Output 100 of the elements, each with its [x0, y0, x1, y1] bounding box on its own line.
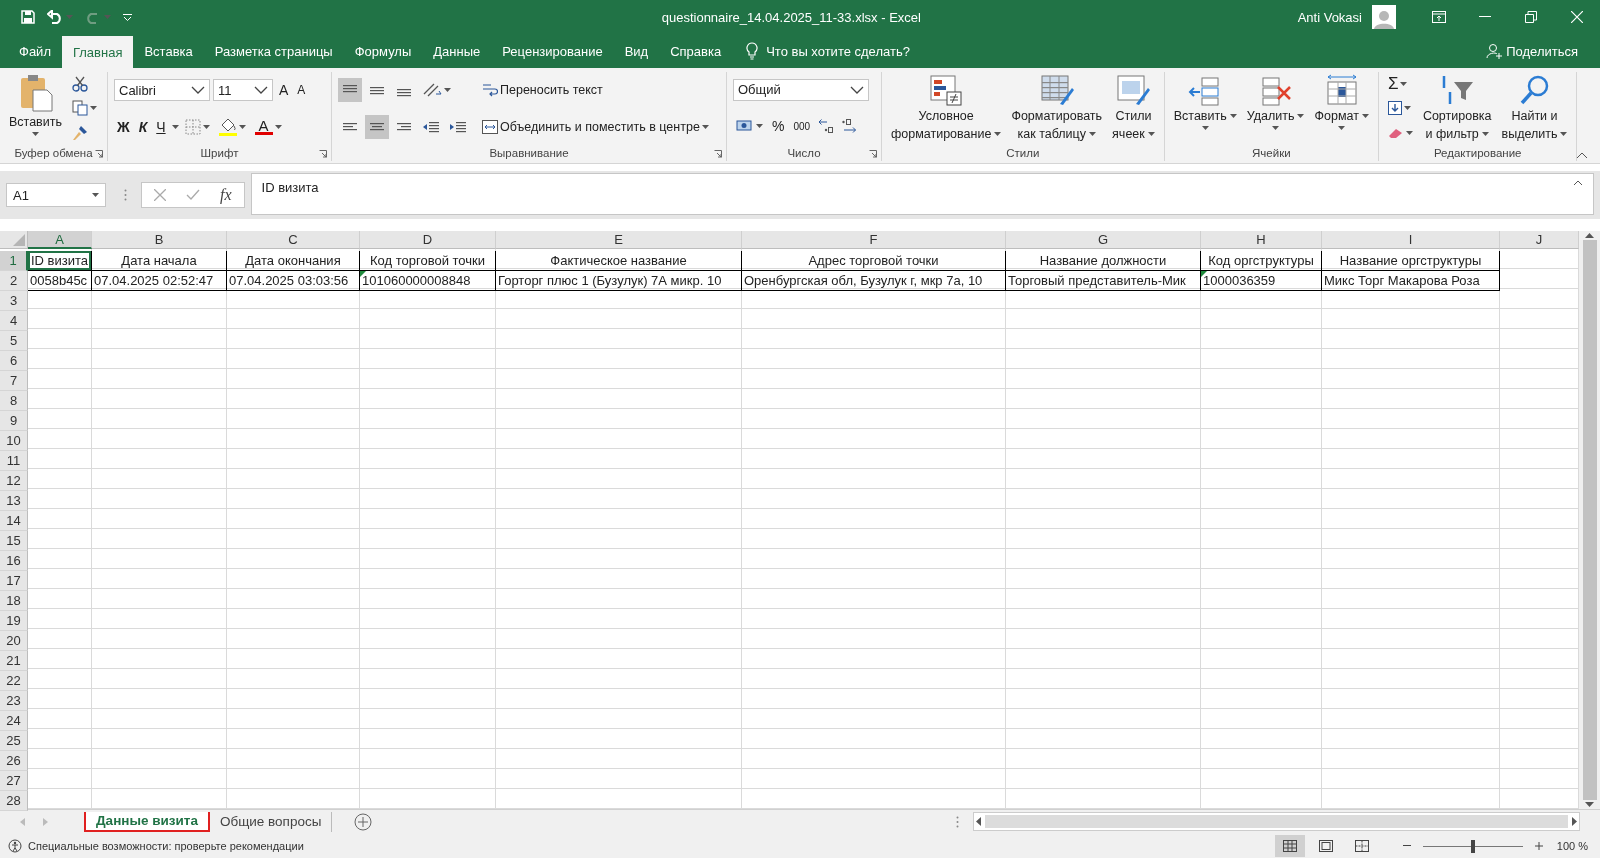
- row-header[interactable]: 16: [0, 551, 28, 571]
- sheet-tab[interactable]: Общие вопросы: [209, 811, 333, 832]
- grow-font-button[interactable]: A: [276, 78, 292, 103]
- formula-text[interactable]: ID визита: [261, 180, 319, 195]
- column-header[interactable]: D: [360, 231, 496, 249]
- normal-view-button[interactable]: [1274, 835, 1305, 857]
- font-size-dropdown[interactable]: 11: [213, 79, 273, 102]
- row-header[interactable]: 8: [0, 391, 28, 411]
- row-header[interactable]: 13: [0, 491, 28, 511]
- row-header[interactable]: 1: [0, 251, 28, 271]
- row-header[interactable]: 20: [0, 631, 28, 651]
- table-cell[interactable]: Дата окончания: [227, 251, 360, 271]
- font-name-dropdown[interactable]: Calibri: [114, 79, 210, 102]
- zoom-slider-thumb[interactable]: [1470, 839, 1475, 853]
- table-cell[interactable]: ID визита: [28, 251, 92, 271]
- sheet-tab[interactable]: Данные визита: [84, 811, 210, 832]
- ribbon-tab[interactable]: Разметка страницы: [203, 34, 344, 68]
- ribbon-button[interactable]: Вставить: [1170, 72, 1240, 145]
- table-cell[interactable]: Название оргструктуры: [1322, 251, 1500, 271]
- row-header[interactable]: 27: [0, 771, 28, 791]
- column-header[interactable]: E: [496, 231, 742, 249]
- ribbon-tab[interactable]: Формулы: [343, 34, 423, 68]
- column-header[interactable]: J: [1500, 231, 1579, 249]
- new-sheet-button[interactable]: [354, 812, 373, 831]
- row-header[interactable]: 6: [0, 351, 28, 371]
- table-cell[interactable]: Код оргструктуры: [1201, 251, 1322, 271]
- column-header[interactable]: I: [1322, 231, 1500, 249]
- column-header[interactable]: C: [227, 231, 360, 249]
- row-header[interactable]: 3: [0, 291, 28, 311]
- row-header[interactable]: 23: [0, 691, 28, 711]
- table-cell[interactable]: 101060000008848: [360, 271, 496, 291]
- name-box[interactable]: A1: [6, 183, 106, 207]
- merge-center-button[interactable]: Объединить и поместить в центре: [479, 114, 712, 139]
- shrink-font-button[interactable]: A: [294, 78, 309, 103]
- table-cell[interactable]: 07.04.2025 03:03:56: [227, 271, 360, 291]
- row-header[interactable]: 4: [0, 311, 28, 331]
- row-header[interactable]: 21: [0, 651, 28, 671]
- insert-function-button[interactable]: fx: [220, 186, 232, 204]
- table-cell[interactable]: Фактическое название: [496, 251, 742, 271]
- row-header[interactable]: 28: [0, 791, 28, 811]
- sort-filter-button[interactable]: Сортировка и фильтр: [1419, 72, 1495, 145]
- number-format-dropdown[interactable]: Общий: [733, 78, 869, 101]
- percent-button[interactable]: %: [769, 114, 788, 139]
- align-center-button[interactable]: [365, 114, 389, 139]
- row-header[interactable]: 19: [0, 611, 28, 631]
- table-cell[interactable]: Горторг плюс 1 (Бузулук) 7А микр. 10: [496, 271, 742, 291]
- column-header[interactable]: A: [28, 231, 92, 249]
- ribbon-tab[interactable]: Рецензирование: [491, 34, 614, 68]
- align-top-button[interactable]: [338, 78, 362, 103]
- table-cell[interactable]: 1000036359: [1201, 271, 1322, 291]
- ribbon-button[interactable]: Форматировать как таблицу: [1008, 72, 1106, 145]
- paste-button[interactable]: Вставить: [6, 72, 65, 145]
- table-cell[interactable]: Микс Торг Макарова Роза: [1322, 271, 1500, 291]
- ribbon-tab[interactable]: Вид: [613, 34, 660, 68]
- ribbon-button[interactable]: Формат: [1311, 72, 1372, 145]
- status-text[interactable]: Специальные возможности: проверьте рекомендации: [28, 840, 304, 852]
- row-header[interactable]: 15: [0, 531, 28, 551]
- zoom-level[interactable]: 100 %: [1556, 840, 1588, 852]
- font-color-button[interactable]: A: [251, 114, 285, 139]
- row-header[interactable]: 22: [0, 671, 28, 691]
- table-cell[interactable]: 07.04.2025 02:52:47: [92, 271, 227, 291]
- find-select-button[interactable]: Найти и выделить: [1498, 72, 1571, 145]
- ribbon-tab[interactable]: Данные: [422, 34, 492, 68]
- table-cell[interactable]: 0058b45c: [28, 271, 92, 291]
- row-header[interactable]: 5: [0, 331, 28, 351]
- share-button[interactable]: Поделиться: [1476, 34, 1600, 68]
- row-header[interactable]: 17: [0, 571, 28, 591]
- table-cell[interactable]: Код торговой точки: [360, 251, 496, 271]
- horizontal-scrollbar[interactable]: [973, 812, 1580, 831]
- table-cell[interactable]: Название должности: [1006, 251, 1201, 271]
- vertical-scrollbar[interactable]: [1579, 231, 1600, 809]
- comma-style-button[interactable]: 000: [790, 114, 814, 139]
- ribbon-tab[interactable]: Вставка: [133, 34, 204, 68]
- ribbon-tab[interactable]: Главная: [61, 36, 134, 68]
- tell-me-search[interactable]: Что вы хотите сделать?: [766, 43, 910, 59]
- collapse-ribbon-icon[interactable]: [1576, 152, 1588, 159]
- ribbon-button[interactable]: Стили ячеек: [1109, 72, 1158, 145]
- column-header[interactable]: G: [1006, 231, 1201, 249]
- italic-button[interactable]: К: [135, 114, 151, 139]
- row-header[interactable]: 11: [0, 451, 28, 471]
- column-header[interactable]: F: [742, 231, 1006, 249]
- table-cell[interactable]: Адрес торговой точки: [742, 251, 1006, 271]
- underline-button[interactable]: Ч: [153, 114, 169, 139]
- row-header[interactable]: 9: [0, 411, 28, 431]
- row-header[interactable]: 10: [0, 431, 28, 451]
- table-cell[interactable]: Дата начала: [92, 251, 227, 271]
- ribbon-button[interactable]: Удалить: [1243, 72, 1308, 145]
- row-header[interactable]: 25: [0, 731, 28, 751]
- autosum-button[interactable]: Σ: [1384, 72, 1416, 97]
- row-header[interactable]: 2: [0, 271, 28, 291]
- ribbon-tab[interactable]: Справка: [659, 34, 733, 68]
- row-header[interactable]: 7: [0, 371, 28, 391]
- row-header[interactable]: 26: [0, 751, 28, 771]
- row-header[interactable]: 14: [0, 511, 28, 531]
- ribbon-tab[interactable]: Файл: [8, 34, 62, 68]
- row-header[interactable]: 24: [0, 711, 28, 731]
- bold-button[interactable]: Ж: [114, 114, 133, 139]
- row-header[interactable]: 12: [0, 471, 28, 491]
- table-cell[interactable]: Оренбургская обл, Бузулук г, мкр 7а, 10: [742, 271, 1006, 291]
- wrap-text-button[interactable]: Переносить текст: [479, 78, 606, 103]
